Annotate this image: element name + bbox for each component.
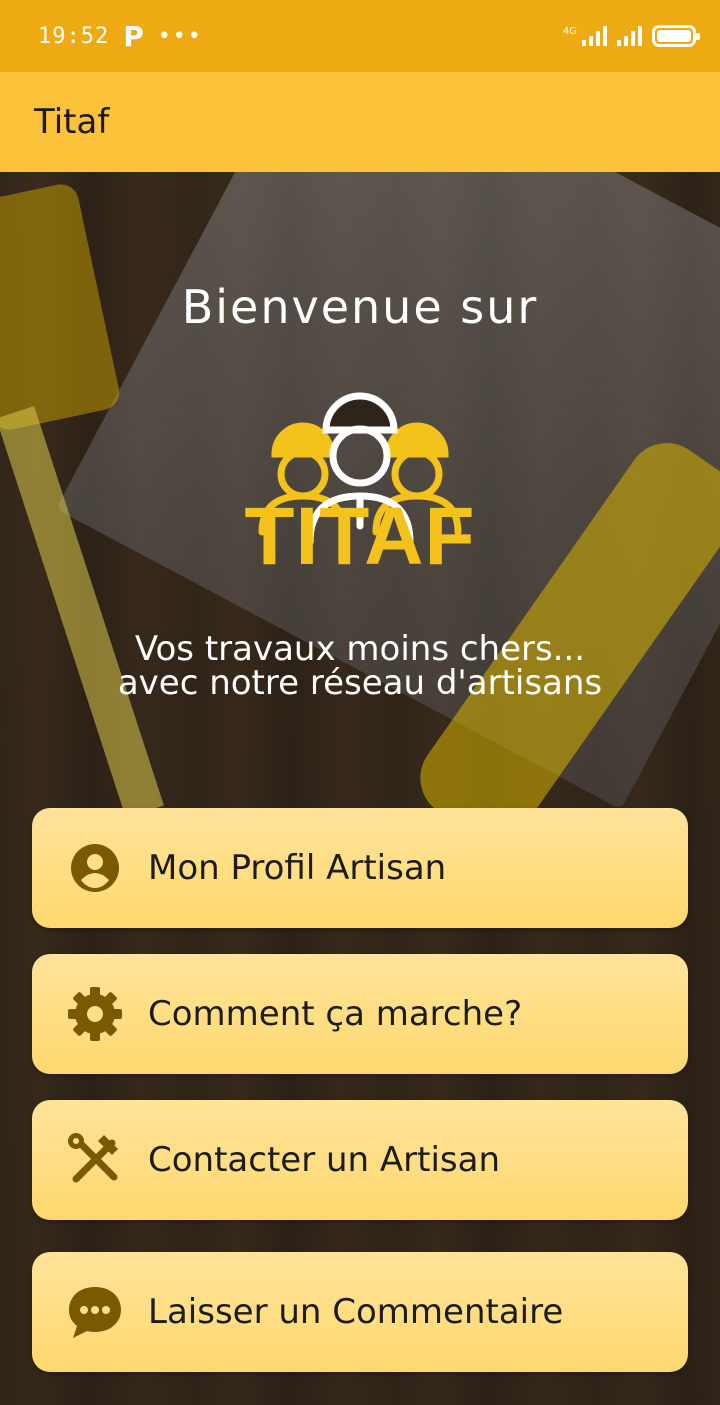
logo-wordmark: TITAF: [244, 491, 476, 582]
leave-comment-button[interactable]: Laisser un Commentaire: [32, 1252, 688, 1372]
network-type-label: 4G: [562, 26, 577, 37]
how-it-works-label: Comment ça marche?: [148, 994, 523, 1034]
how-it-works-button[interactable]: Comment ça marche?: [32, 954, 688, 1074]
hero-background: Bienvenue sur TITAF Vos travaux moins ch…: [0, 172, 720, 1405]
chat-bubble-icon: [66, 1283, 124, 1341]
parking-app-icon: P: [123, 19, 144, 53]
status-bar: 19:52 P ••• 4G: [0, 0, 720, 72]
leave-comment-label: Laisser un Commentaire: [148, 1292, 564, 1332]
profile-button-label: Mon Profil Artisan: [148, 848, 447, 888]
status-time: 19:52: [38, 23, 110, 49]
contact-artisan-button[interactable]: Contacter un Artisan: [32, 1100, 688, 1220]
tagline: Vos travaux moins chers... avec notre ré…: [0, 632, 720, 700]
more-notifications-icon: •••: [157, 23, 203, 49]
app-bar: Titaf: [0, 72, 720, 172]
status-icons: 4G: [563, 25, 700, 47]
user-circle-icon: [66, 839, 124, 897]
signal-strength-icon: [617, 26, 642, 46]
gear-icon: [66, 985, 124, 1043]
tagline-line-1: Vos travaux moins chers...: [134, 629, 586, 669]
contact-artisan-label: Contacter un Artisan: [148, 1140, 501, 1180]
welcome-text: Bienvenue sur: [181, 280, 539, 334]
tagline-line-2: avec notre réseau d'artisans: [117, 663, 603, 703]
signal-4g-icon: 4G: [563, 26, 607, 46]
app-title: Titaf: [34, 102, 110, 142]
battery-icon: [652, 25, 700, 47]
tools-icon: [66, 1131, 124, 1189]
profile-button[interactable]: Mon Profil Artisan: [32, 808, 688, 928]
